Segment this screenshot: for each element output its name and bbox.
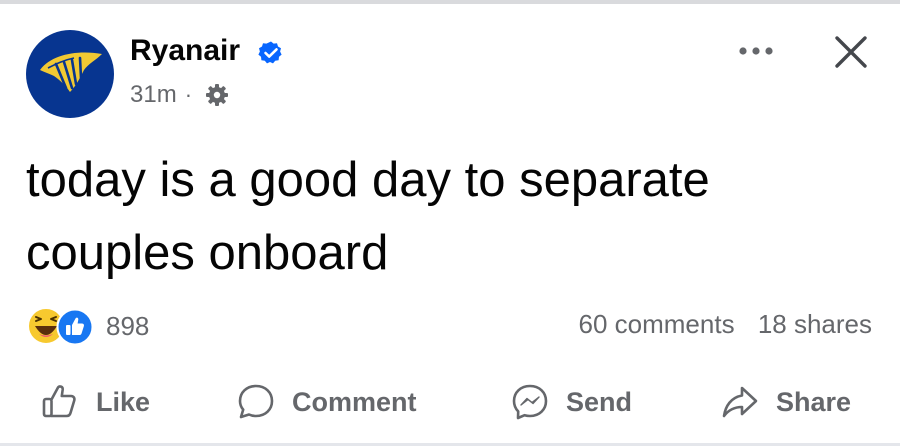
avatar[interactable] bbox=[26, 30, 114, 118]
post-time[interactable]: 31m bbox=[130, 81, 177, 109]
reaction-count: 898 bbox=[106, 310, 150, 341]
verified-badge-icon bbox=[258, 41, 282, 64]
like-icon bbox=[56, 308, 94, 346]
close-icon[interactable] bbox=[832, 33, 870, 71]
ryanair-harp-logo-icon bbox=[40, 52, 102, 92]
send-button[interactable]: Send bbox=[510, 374, 632, 430]
action-bar: Like Comment Send Share bbox=[0, 374, 900, 430]
comment-button[interactable]: Comment bbox=[236, 374, 417, 430]
engagement-stats: 60 comments 18 shares bbox=[579, 309, 873, 340]
comments-count-link[interactable]: 60 comments bbox=[579, 309, 735, 339]
comment-icon bbox=[238, 384, 274, 419]
reactions-summary[interactable]: 898 bbox=[26, 306, 149, 346]
reaction-icons bbox=[26, 306, 98, 346]
top-divider bbox=[0, 0, 900, 4]
share-arrow-icon bbox=[722, 386, 758, 418]
meta-separator: · bbox=[184, 82, 193, 107]
post-text: today is a good day to separate couples … bbox=[26, 153, 710, 280]
shares-count-link[interactable]: 18 shares bbox=[758, 309, 872, 339]
post-meta: 31m · bbox=[130, 81, 230, 109]
share-label: Share bbox=[776, 386, 852, 417]
comment-label: Comment bbox=[292, 386, 417, 417]
author-name[interactable]: Ryanair bbox=[130, 34, 240, 68]
gear-icon[interactable] bbox=[204, 82, 230, 108]
send-label: Send bbox=[566, 386, 633, 417]
share-button[interactable]: Share bbox=[720, 374, 851, 430]
thumbs-up-icon bbox=[42, 385, 76, 418]
messenger-icon bbox=[512, 384, 548, 420]
like-label: Like bbox=[96, 386, 151, 417]
more-options-icon[interactable] bbox=[736, 38, 776, 64]
like-button[interactable]: Like bbox=[40, 374, 150, 430]
